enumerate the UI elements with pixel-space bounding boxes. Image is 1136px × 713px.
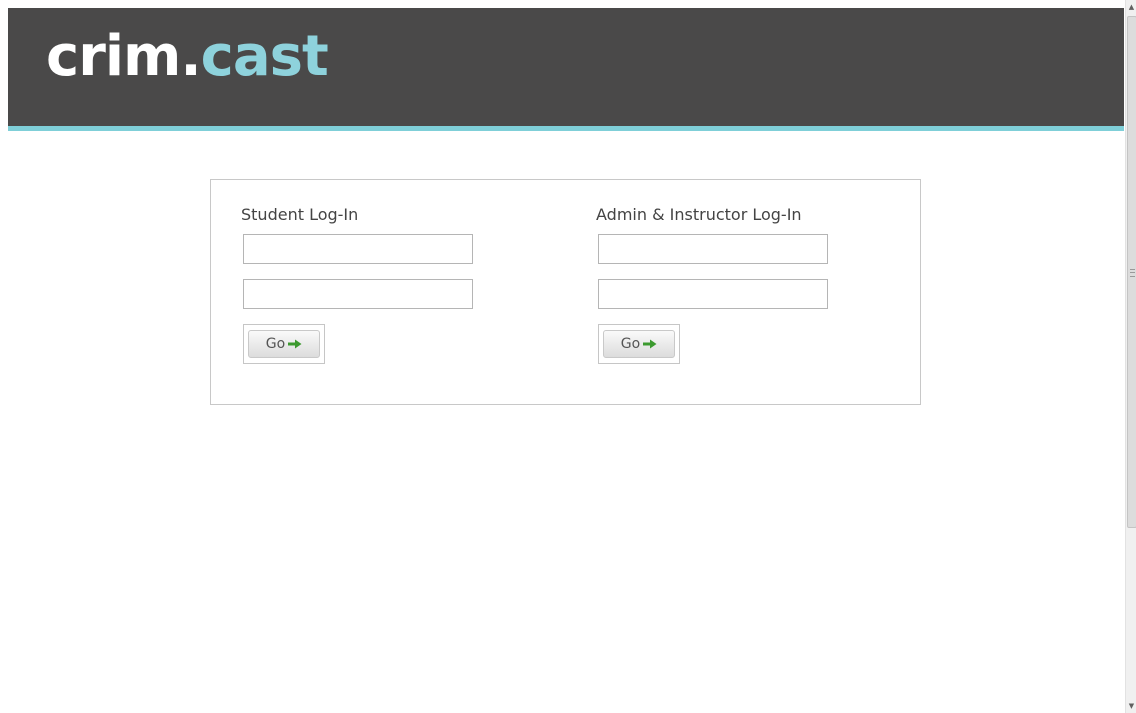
admin-go-label: Go [620,336,641,352]
admin-login-section: Admin & Instructor Log-In Go [596,204,896,364]
student-password-field[interactable] [243,279,473,309]
scroll-down-arrow-icon[interactable]: ▼ [1126,699,1136,713]
green-arrow-icon [643,339,657,349]
vertical-scrollbar[interactable]: ▲ ▼ [1125,0,1136,713]
student-go-label: Go [265,336,286,352]
site-logo[interactable]: crim.cast [46,22,329,92]
logo-text-cast: cast [200,24,329,89]
login-panel: Student Log-In Go Admin & Instructor Log… [210,179,921,405]
admin-login-title: Admin & Instructor Log-In [596,205,802,224]
page-viewport: crim.cast Student Log-In Go Admin & Inst… [8,8,1124,713]
scroll-up-arrow-icon[interactable]: ▲ [1126,0,1136,14]
green-arrow-icon [288,339,302,349]
admin-go-button-face: Go [603,330,675,358]
student-username-field[interactable] [243,234,473,264]
admin-go-button[interactable]: Go [598,324,680,364]
student-go-button-face: Go [248,330,320,358]
student-login-section: Student Log-In Go [241,204,541,364]
admin-password-field[interactable] [598,279,828,309]
scrollbar-grip-icon [1130,269,1135,277]
scrollbar-thumb[interactable] [1127,16,1136,528]
logo-text-crim: crim. [46,24,202,89]
student-login-title: Student Log-In [241,205,359,224]
site-header: crim.cast [8,8,1124,131]
student-go-button[interactable]: Go [243,324,325,364]
admin-username-field[interactable] [598,234,828,264]
